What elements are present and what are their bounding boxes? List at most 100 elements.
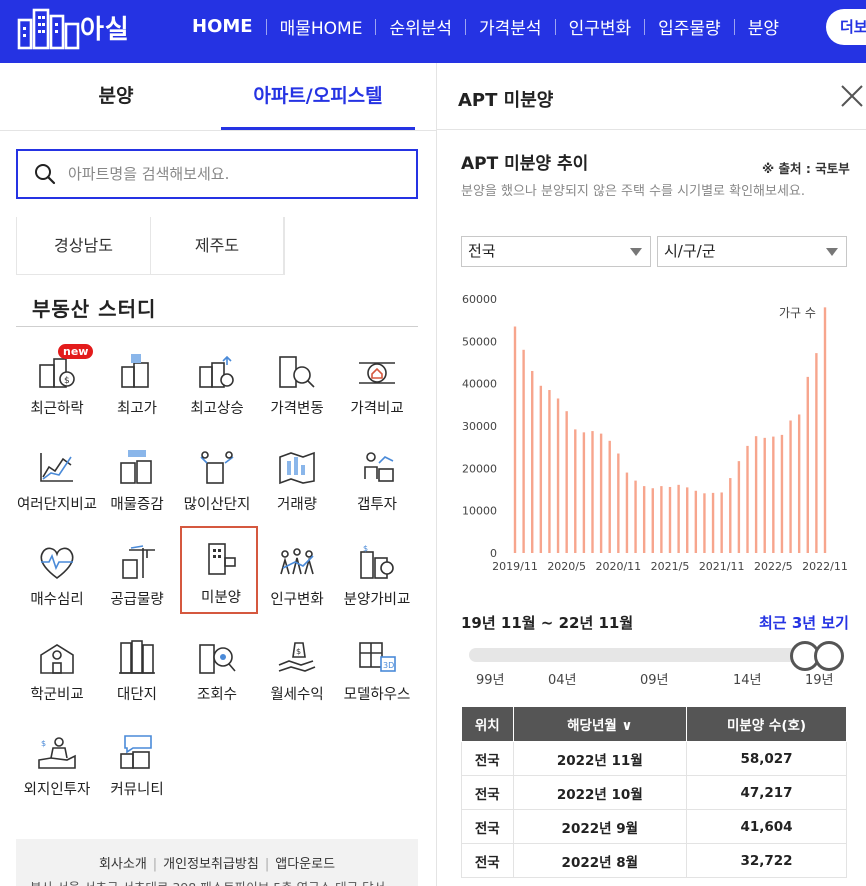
tab-presale[interactable]: 분양 <box>16 63 216 130</box>
community-chat-icon <box>120 735 152 769</box>
menu-gap-invest[interactable]: 갭투자 <box>338 433 416 521</box>
menu-community[interactable]: 커뮤니티 <box>98 718 176 806</box>
period-slider-track[interactable] <box>469 648 829 662</box>
slider-tick-label: 14년 <box>733 673 762 688</box>
dropdown-caret-icon <box>630 248 642 256</box>
y-tick-label: 40000 <box>462 378 497 391</box>
dropdown-caret-icon <box>826 248 838 256</box>
menu-large-complex[interactable]: 대단지 <box>98 623 176 711</box>
chart-bar <box>694 490 698 553</box>
menu-model-house[interactable]: 3D 모델하우스 <box>338 623 416 711</box>
search-input[interactable] <box>68 161 398 187</box>
svg-text:$: $ <box>363 544 368 553</box>
slider-end-handle[interactable] <box>814 641 844 671</box>
chart-bar <box>780 434 784 553</box>
chart-bar <box>797 414 801 553</box>
cell-location: 전국 <box>461 741 514 776</box>
menu-school-compare[interactable]: 학군비교 <box>18 623 96 711</box>
footer-link-about[interactable]: 회사소개 <box>99 857 147 872</box>
building-thumbsup-icon <box>121 354 149 388</box>
sort-chevron-icon: ∨ <box>621 718 633 734</box>
footer-link-app-download[interactable]: 앱다운로드 <box>275 857 335 872</box>
recent-3-years-button[interactable]: 최근 3년 보기 <box>759 612 849 633</box>
menu-price-compare[interactable]: 가격비교 <box>338 337 416 425</box>
nav-ranking[interactable]: 순위분석 <box>389 14 452 39</box>
cell-unsold-count: 41,604 <box>686 809 847 844</box>
region-gyeongnam[interactable]: 경상남도 <box>17 217 151 274</box>
school-icon <box>40 644 74 674</box>
menu-label: 최근하락 <box>30 401 84 417</box>
region-jeju[interactable]: 제주도 <box>151 217 284 274</box>
chart-bar <box>625 472 629 553</box>
top-nav-bar: 아실 HOME 매물HOME 순위분석 가격분석 인구변화 입주물량 분양 더보 <box>0 0 866 63</box>
svg-text:$: $ <box>41 739 46 748</box>
menu-outsider-invest[interactable]: $ 외지인투자 <box>18 718 96 806</box>
district-select[interactable]: 시/구/군 <box>657 236 847 267</box>
menu-presale-price-compare[interactable]: $ 분양가비교 <box>338 528 416 616</box>
menu-unsold-selected[interactable]: 미분양 <box>180 526 258 614</box>
nav-home[interactable]: HOME <box>192 16 253 37</box>
footer: 회사소개|개인정보취급방침|앱다운로드 본사 서울 서초구 서초대로 398 패… <box>16 839 418 886</box>
nav-separator <box>465 18 466 35</box>
nav-price[interactable]: 가격분석 <box>479 14 542 39</box>
nav-presale[interactable]: 분양 <box>748 14 779 39</box>
menu-highest-rise[interactable]: 최고상승 <box>178 337 256 425</box>
cell-location: 전국 <box>461 775 514 810</box>
menu-trade-volume[interactable]: 거래량 <box>258 433 336 521</box>
more-button[interactable]: 더보 <box>826 9 866 45</box>
menu-rent-income[interactable]: $ 월세수익 <box>258 623 336 711</box>
chart-bar <box>591 431 594 553</box>
region-select-value: 전국 <box>468 242 496 260</box>
col-location: 위치 <box>461 706 514 742</box>
menu-label: 많이산단지 <box>183 497 251 513</box>
chart-bar <box>642 486 646 553</box>
source-note: ※ 출처 : 국토부 <box>762 161 850 176</box>
nav-separator <box>554 18 556 35</box>
price-compare-icon: $ <box>360 544 394 579</box>
chart-bar <box>608 440 611 553</box>
cell-year-month: 2022년 9월 <box>512 809 688 844</box>
menu-highest-price[interactable]: 최고가 <box>98 337 176 425</box>
unsold-table: 위치 해당년월 ∨ 미분양 수(호) 전국 2022년 11월 58,027 전… <box>461 706 847 878</box>
menu-multi-compare[interactable]: 여러단지비교 <box>17 433 97 521</box>
x-tick-label: 2021/5 <box>651 560 690 573</box>
col-year-month[interactable]: 해당년월 ∨ <box>512 706 688 742</box>
search-box[interactable] <box>16 149 418 199</box>
footer-link-privacy[interactable]: 개인정보취급방침 <box>163 857 259 872</box>
logo-text[interactable]: 아실 <box>80 9 130 46</box>
chart-bar <box>815 353 818 553</box>
menu-buying-sentiment[interactable]: 매수심리 <box>18 528 96 616</box>
heart-pulse-icon <box>40 547 74 580</box>
menu-label: 최고상승 <box>190 401 244 417</box>
panel-title: APT 미분양 <box>458 90 554 111</box>
new-badge: new <box>58 344 94 359</box>
nav-population[interactable]: 인구변화 <box>569 14 632 39</box>
menu-label: 학군비교 <box>30 687 84 703</box>
line-chart-icon <box>40 453 73 482</box>
chart-bar <box>737 461 741 553</box>
menu-supply-volume[interactable]: 공급물량 <box>98 528 176 616</box>
menu-label: 갭투자 <box>356 497 398 513</box>
menu-view-count[interactable]: 조회수 <box>178 623 256 711</box>
chart-bar <box>548 390 551 553</box>
chart-description: 분양을 했으나 분양되지 않은 주택 수를 시기별로 확인해보세요. <box>461 184 806 199</box>
menu-listing-change[interactable]: 매물증감 <box>98 433 176 521</box>
nav-listing-home[interactable]: 매물HOME <box>280 14 363 39</box>
menu-most-bought[interactable]: 많이산단지 <box>178 433 256 521</box>
menu-label: 매수심리 <box>30 592 84 608</box>
app-root: 아실 HOME 매물HOME 순위분석 가격분석 인구변화 입주물량 분양 더보… <box>0 0 866 886</box>
close-icon[interactable] <box>839 83 865 109</box>
menu-recent-drop[interactable]: $ new 최근하락 <box>18 337 96 425</box>
left-panel: 분양 아파트/오피스텔 경상남도 제주도 부동산 스터디 $ new 최근하락 <box>0 63 436 886</box>
y-tick-label: 20000 <box>462 462 497 475</box>
chart-bar <box>729 478 732 553</box>
unsold-building-icon <box>208 543 236 575</box>
chart-bar <box>754 436 758 553</box>
tab-apartment-officetel[interactable]: 아파트/오피스텔 <box>221 63 415 130</box>
menu-price-change[interactable]: 가격변동 <box>258 337 336 425</box>
region-select[interactable]: 전국 <box>461 236 651 267</box>
menu-population-change[interactable]: 인구변화 <box>258 528 336 616</box>
nav-supply[interactable]: 입주물량 <box>658 14 721 39</box>
unsold-bar-chart: 60000 50000 40000 30000 20000 10000 02019/11 20… <box>462 293 848 573</box>
menu-label: 최고가 <box>116 401 158 417</box>
